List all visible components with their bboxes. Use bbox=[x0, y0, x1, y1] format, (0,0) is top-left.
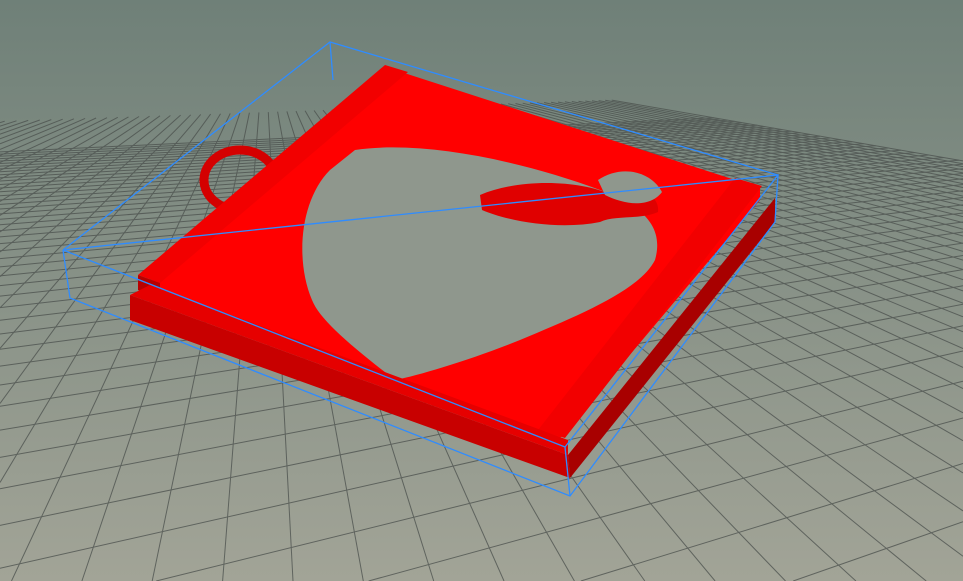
3d-viewport[interactable] bbox=[0, 0, 963, 581]
scene[interactable] bbox=[0, 0, 963, 581]
